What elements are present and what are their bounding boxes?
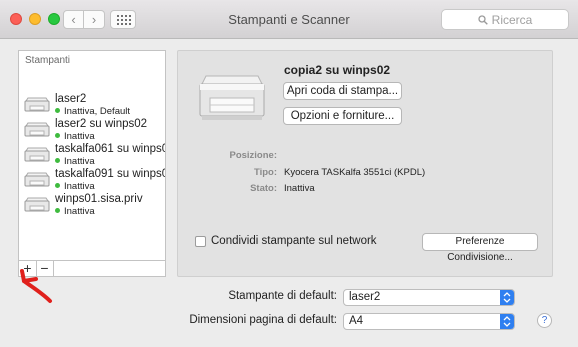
printer-status: Inattiva, Default xyxy=(55,106,130,117)
state-label: Stato: xyxy=(250,183,277,194)
page-size-label: Dimensioni pagina di default: xyxy=(189,314,337,326)
default-printer-select[interactable]: laser2 xyxy=(343,289,515,306)
printer-status: Inattiva xyxy=(55,156,95,167)
annotation-arrow-icon xyxy=(12,267,62,320)
printer-name: taskalfa061 su winps02 xyxy=(55,143,166,155)
open-print-queue-button[interactable]: Apri coda di stampa... xyxy=(283,82,402,100)
printer-icon xyxy=(24,171,50,192)
printer-status-text: Inattiva xyxy=(64,131,95,142)
popup-arrows-icon xyxy=(500,314,514,329)
help-button[interactable]: ? xyxy=(537,313,552,328)
search-placeholder: Ricerca xyxy=(491,12,533,27)
printer-list-item[interactable]: winps01.sisa.priv Inattiva xyxy=(19,192,165,217)
page-size-select[interactable]: A4 xyxy=(343,313,515,330)
status-dot-icon xyxy=(55,183,60,188)
search-field[interactable]: Ricerca xyxy=(441,9,569,30)
share-printer-checkbox[interactable] xyxy=(195,236,206,247)
printer-status: Inattiva xyxy=(55,206,95,217)
sharing-preferences-button[interactable]: Preferenze Condivisione... xyxy=(422,233,538,263)
printer-list-heading: Stampanti xyxy=(25,55,71,66)
printer-icon xyxy=(24,146,50,167)
type-value: Kyocera TASKalfa 3551ci (KPDL) xyxy=(284,167,426,178)
printer-status: Inattiva xyxy=(55,131,95,142)
printer-status-text: Inattiva xyxy=(64,206,95,217)
title-bar: ‹ › Stampanti e Scanner Ricerca xyxy=(0,0,578,39)
search-icon xyxy=(478,14,488,25)
default-printer-label: Stampante di default: xyxy=(228,290,337,302)
printer-list-item[interactable]: laser2 su winps02 Inattiva xyxy=(19,117,165,142)
printer-status: Inattiva xyxy=(55,181,95,192)
printer-name: taskalfa091 su winps02 xyxy=(55,168,166,180)
status-dot-icon xyxy=(55,208,60,213)
printer-icon xyxy=(196,68,268,129)
printer-status-text: Inattiva, Default xyxy=(64,106,131,117)
printer-icon xyxy=(24,196,50,217)
printer-icon xyxy=(24,96,50,117)
status-dot-icon xyxy=(55,108,60,113)
state-value: Inattiva xyxy=(284,183,315,194)
printers-scanners-window: ‹ › Stampanti e Scanner Ricerca Stampant… xyxy=(0,0,578,347)
location-label: Posizione: xyxy=(229,150,277,161)
printer-status-text: Inattiva xyxy=(64,181,95,192)
printer-status-text: Inattiva xyxy=(64,156,95,167)
status-dot-icon xyxy=(55,158,60,163)
status-dot-icon xyxy=(55,133,60,138)
printer-name: laser2 xyxy=(55,93,87,105)
share-printer-label[interactable]: Condividi stampante sul network xyxy=(211,235,377,247)
printer-name: winps01.sisa.priv xyxy=(55,193,143,205)
printer-list: Stampanti copia2 su winps02Inattivalaser… xyxy=(18,50,166,261)
selected-printer-name: copia2 su winps02 xyxy=(284,63,391,77)
options-supplies-button[interactable]: Opzioni e forniture... xyxy=(283,107,402,125)
popup-arrows-icon xyxy=(500,290,514,305)
printer-name: laser2 su winps02 xyxy=(55,118,148,130)
type-label: Tipo: xyxy=(253,167,277,178)
printer-icon xyxy=(24,121,50,142)
default-printer-value: laser2 xyxy=(349,291,381,303)
page-size-value: A4 xyxy=(349,315,364,327)
printer-list-item[interactable]: laser2 Inattiva, Default xyxy=(19,92,165,117)
printer-list-item[interactable]: taskalfa091 su winps02 Inattiva xyxy=(19,167,165,192)
printer-list-item[interactable]: taskalfa061 su winps02 Inattiva xyxy=(19,142,165,167)
